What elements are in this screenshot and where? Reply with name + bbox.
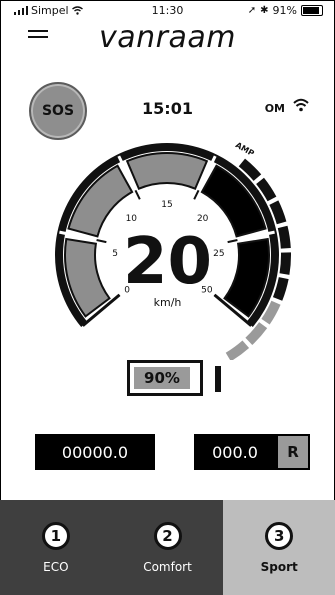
gauge-segment bbox=[125, 152, 209, 191]
mode-label: Sport bbox=[260, 560, 298, 574]
amp-meter-block bbox=[225, 340, 250, 360]
mode-number-badge: 2 bbox=[153, 522, 182, 550]
amp-meter-block bbox=[245, 322, 268, 346]
speed-value: 20 bbox=[122, 225, 213, 299]
mode-label: Comfort bbox=[143, 560, 192, 574]
mode-number-badge: 1 bbox=[41, 522, 70, 550]
amp-label: AMP bbox=[234, 140, 256, 158]
gauge-tick-label: 15 bbox=[161, 200, 172, 210]
gauge-tick-label: 10 bbox=[126, 214, 138, 224]
trip-distance: 000.0 bbox=[212, 442, 258, 462]
mode-number-badge: 3 bbox=[265, 522, 294, 550]
battery-percent: 90% bbox=[144, 369, 180, 387]
mode-tab-bar: 1 ECO 2 Comfort 3 Sport bbox=[0, 500, 335, 595]
gauge-tick-label: 20 bbox=[197, 214, 209, 224]
mode-tab-sport[interactable]: 3 Sport bbox=[223, 500, 335, 595]
mode-tab-comfort[interactable]: 2 Comfort bbox=[112, 500, 224, 595]
battery-indicator: 90% bbox=[127, 360, 203, 396]
mode-label: ECO bbox=[43, 560, 69, 574]
speed-unit: km/h bbox=[153, 296, 182, 309]
battery-terminal bbox=[215, 366, 221, 392]
mode-tab-eco[interactable]: 1 ECO bbox=[0, 500, 112, 595]
trip-display: 000.0 R bbox=[194, 434, 310, 470]
trip-reset-button[interactable]: R bbox=[278, 436, 308, 468]
odometer-display: 00000.0 bbox=[35, 434, 155, 470]
